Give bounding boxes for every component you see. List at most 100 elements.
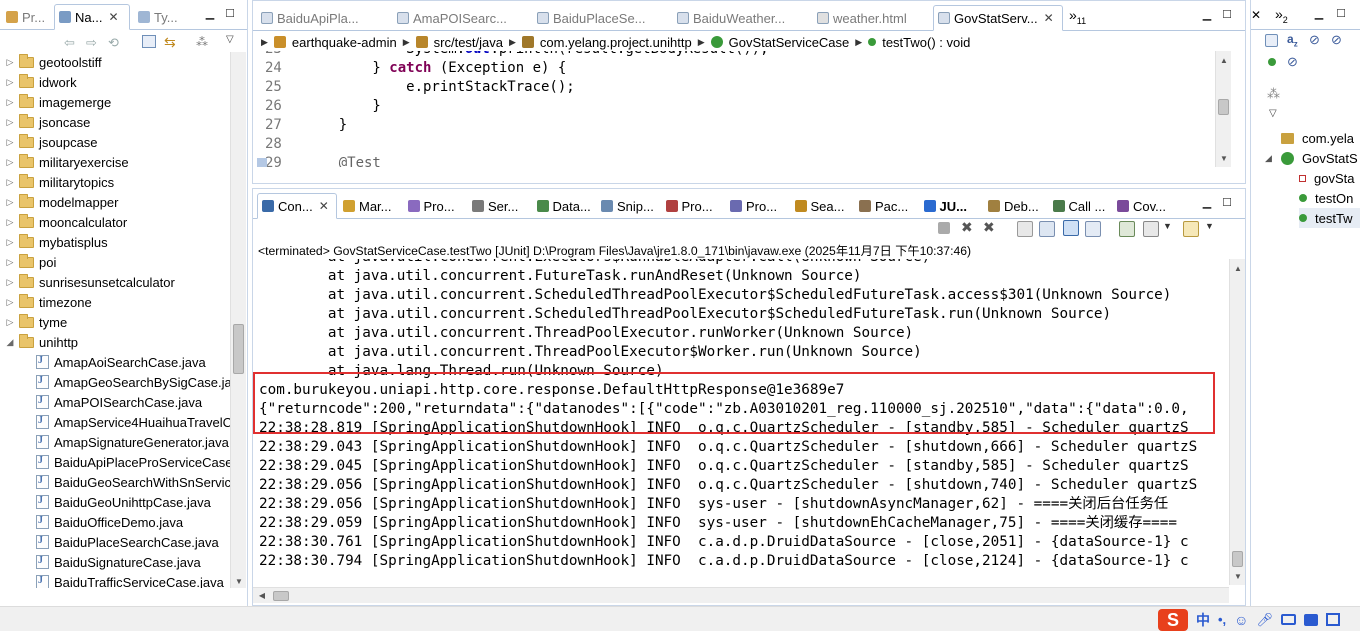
console-view-tab[interactable]: Pro...: [662, 193, 728, 219]
tab-project-explorer[interactable]: Pr...: [2, 4, 50, 30]
ime-punctuation-mode[interactable]: •,: [1218, 612, 1226, 627]
outline-item[interactable]: ◢ GovStatS: [1265, 148, 1358, 168]
tree-folder[interactable]: ▷ militaryexercise: [4, 152, 129, 172]
chevron-down-icon[interactable]: ▼: [1205, 221, 1214, 231]
scroll-down-icon[interactable]: ▼: [232, 576, 246, 588]
ime-chinese-mode[interactable]: 中: [1196, 610, 1210, 630]
chevron-down-icon[interactable]: ◢: [1265, 153, 1272, 164]
up-icon[interactable]: ⟲: [108, 35, 119, 51]
link-editor-icon[interactable]: ⇆: [164, 34, 176, 51]
tree-folder[interactable]: ▷ jsoupcase: [4, 132, 98, 152]
tab-navigator[interactable]: Na... ✕: [54, 4, 130, 30]
scrollbar-thumb[interactable]: [273, 591, 289, 601]
chevron-right-icon[interactable]: ▷: [4, 257, 16, 268]
console-output[interactable]: at java.util.concurrent.Executors$Runnab…: [253, 259, 1227, 585]
tree-folder[interactable]: ◢ unihttp: [4, 332, 78, 352]
collapse-all-icon[interactable]: [1265, 34, 1278, 47]
ime-logo-icon[interactable]: S: [1158, 608, 1188, 631]
chevron-right-icon[interactable]: ▷: [4, 97, 16, 108]
keyboard-icon[interactable]: [1280, 614, 1296, 625]
local-types-icon[interactable]: ⊘: [1287, 54, 1298, 70]
editor-tabs-overflow[interactable]: »11: [1069, 7, 1086, 26]
sort-icon[interactable]: az: [1287, 32, 1298, 48]
skin-icon[interactable]: [1303, 613, 1318, 626]
tree-file[interactable]: AmaPOISearchCase.java: [36, 392, 202, 412]
console-view-tab[interactable]: Data...: [533, 193, 599, 219]
breadcrumb-source-folder[interactable]: src/test/java: [434, 35, 503, 50]
tree-folder[interactable]: ▷ modelmapper: [4, 192, 119, 212]
chevron-right-icon[interactable]: ▷: [4, 117, 16, 128]
console-view-tab[interactable]: Ser...: [468, 193, 534, 219]
outline-item[interactable]: testOn: [1299, 188, 1353, 208]
tree-file[interactable]: BaiduTrafficServiceCase.java: [36, 572, 224, 588]
tree-file[interactable]: AmapSignatureGenerator.java: [36, 432, 229, 452]
chevron-right-icon[interactable]: ▷: [4, 317, 16, 328]
minimize-icon[interactable]: ▁: [1201, 197, 1213, 209]
tree-file[interactable]: AmapGeoSearchBySigCase.java: [36, 372, 230, 392]
console-view-tab[interactable]: Snip...: [597, 193, 663, 219]
outline-filter-icon[interactable]: ⁂: [1267, 86, 1280, 102]
maximize-icon[interactable]: ☐: [1221, 9, 1233, 21]
word-wrap-icon[interactable]: [1063, 220, 1079, 236]
collapse-all-icon[interactable]: [142, 35, 156, 48]
tree-file[interactable]: AmapService4HuaihuaTravelCase.java: [36, 412, 230, 432]
outline-item[interactable]: testTw: [1299, 208, 1360, 228]
chevron-down-icon[interactable]: ◢: [4, 337, 16, 348]
breadcrumb-package[interactable]: com.yelang.project.unihttp: [540, 35, 692, 50]
public-filter-icon[interactable]: [1268, 58, 1276, 66]
tree-folder[interactable]: ▷ sunrisesunsetcalculator: [4, 272, 175, 292]
breadcrumb-method[interactable]: testTwo() : void: [882, 35, 970, 50]
console-view-tab[interactable]: Deb...: [984, 193, 1050, 219]
console-view-tab[interactable]: Pro...: [726, 193, 792, 219]
scroll-down-icon[interactable]: ▼: [1217, 153, 1231, 165]
open-console-icon[interactable]: [1183, 221, 1199, 237]
toolbox-icon[interactable]: [1325, 613, 1340, 626]
tree-file[interactable]: BaiduSignatureCase.java: [36, 552, 201, 572]
hide-static-icon[interactable]: ⊘: [1331, 32, 1342, 48]
chevron-right-icon[interactable]: ▷: [4, 197, 16, 208]
tree-folder[interactable]: ▷ mooncalculator: [4, 212, 127, 232]
maximize-icon[interactable]: ☐: [224, 8, 236, 20]
scroll-lock-icon[interactable]: [1039, 221, 1055, 237]
clear-console-icon[interactable]: [1017, 221, 1033, 237]
console-view-tab[interactable]: Call ...: [1049, 193, 1115, 219]
scroll-up-icon[interactable]: ▲: [1217, 55, 1231, 67]
filter-icon[interactable]: ⁂: [196, 35, 208, 49]
tree-folder[interactable]: ▷ mybatisplus: [4, 232, 108, 252]
console-view-tab[interactable]: Pac...: [855, 193, 921, 219]
chevron-right-icon[interactable]: ▷: [4, 137, 16, 148]
forward-icon[interactable]: ⇨: [86, 35, 97, 51]
microphone-icon[interactable]: 🎤︎: [1256, 612, 1273, 628]
close-icon[interactable]: ✕: [1251, 8, 1261, 22]
tree-folder[interactable]: ▷ militarytopics: [4, 172, 114, 192]
view-menu-icon[interactable]: ▽: [226, 34, 234, 45]
display-console-icon[interactable]: [1143, 221, 1159, 237]
close-icon[interactable]: ✕: [1044, 11, 1054, 25]
outline-item[interactable]: com.yela: [1281, 128, 1354, 148]
scroll-up-icon[interactable]: ▲: [1231, 263, 1245, 275]
close-icon[interactable]: ✕: [108, 10, 118, 24]
tree-file[interactable]: BaiduOfficeDemo.java: [36, 512, 183, 532]
scrollbar-thumb[interactable]: [1218, 99, 1229, 115]
minimize-icon[interactable]: ▁: [204, 8, 216, 20]
console-view-tab[interactable]: Pro...: [404, 193, 470, 219]
console-view-tab[interactable]: JU...: [920, 193, 986, 219]
scrollbar-thumb[interactable]: [1232, 551, 1243, 567]
tree-file[interactable]: BaiduGeoSearchWithSnServiceCase.java: [36, 472, 230, 492]
editor-tab[interactable]: BaiduWeather...: [673, 5, 807, 31]
emoji-icon[interactable]: ☺: [1234, 612, 1248, 628]
editor-tab[interactable]: BaiduPlaceSe...: [533, 5, 667, 31]
editor-tab[interactable]: AmaPOISearc...: [393, 5, 527, 31]
terminate-icon[interactable]: [938, 222, 950, 234]
navigator-scrollbar[interactable]: ▼: [230, 52, 246, 588]
console-scrollbar[interactable]: ▲ ▼: [1229, 259, 1245, 585]
maximize-icon[interactable]: ☐: [1221, 197, 1233, 209]
console-view-tab[interactable]: Sea...: [791, 193, 857, 219]
show-on-output-icon[interactable]: [1085, 221, 1101, 237]
chevron-right-icon[interactable]: ▷: [4, 57, 16, 68]
pin-console-icon[interactable]: [1119, 221, 1135, 237]
editor-tab[interactable]: weather.html: [813, 5, 927, 31]
tree-folder[interactable]: ▷ timezone: [4, 292, 92, 312]
chevron-right-icon[interactable]: ▷: [4, 217, 16, 228]
console-hscrollbar[interactable]: ◀: [253, 587, 1229, 603]
